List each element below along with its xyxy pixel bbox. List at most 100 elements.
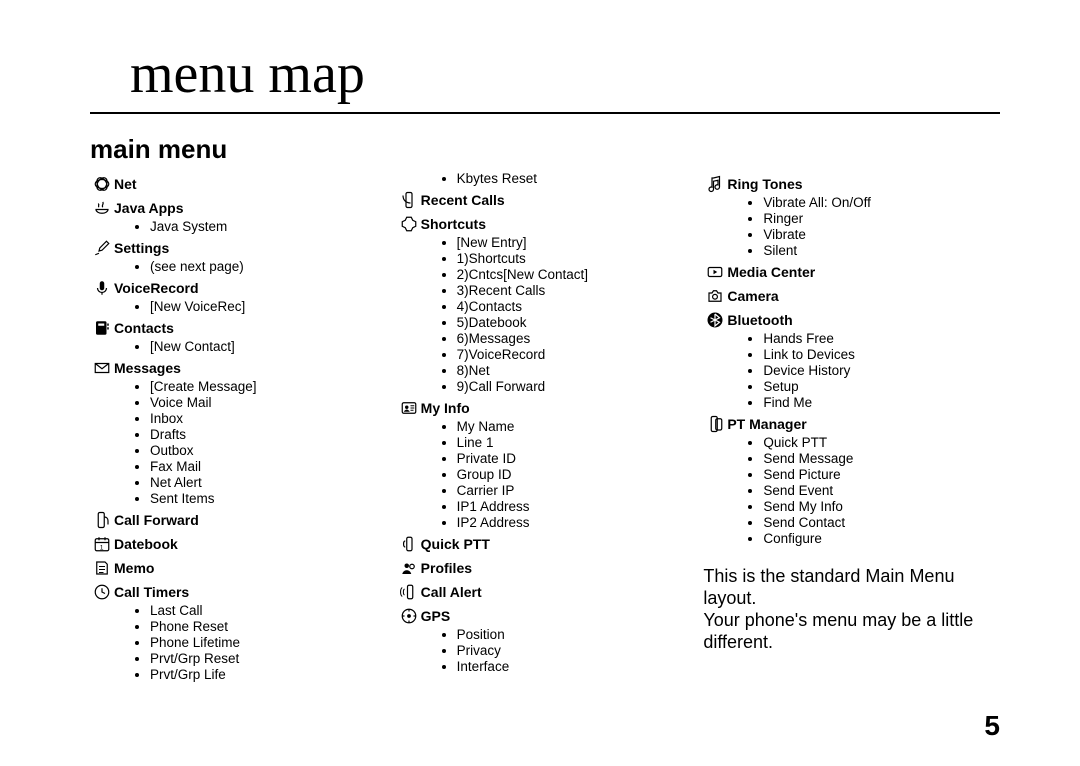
- list-item: 5)Datebook: [457, 315, 694, 331]
- column-3: Ring Tones Vibrate All: On/Off Ringer Vi…: [703, 171, 1000, 685]
- settings-list: (see next page): [90, 259, 387, 275]
- list-item: My Name: [457, 419, 694, 435]
- list-item: Group ID: [457, 467, 694, 483]
- ring-tones-label: Ring Tones: [727, 175, 802, 193]
- call-forward-label: Call Forward: [114, 511, 199, 529]
- messages-list: [Create Message] Voice Mail Inbox Drafts…: [90, 379, 387, 507]
- ring-tones-list: Vibrate All: On/Off Ringer Vibrate Silen…: [703, 195, 1000, 259]
- messages-label: Messages: [114, 359, 181, 377]
- shortcuts-label: Shortcuts: [421, 215, 486, 233]
- list-item: [New VoiceRec]: [150, 299, 387, 315]
- pt-manager-icon: [703, 415, 727, 435]
- datebook-icon: 1: [90, 535, 114, 555]
- list-item: Send Event: [763, 483, 1000, 499]
- list-item: Vibrate All: On/Off: [763, 195, 1000, 211]
- media-center-label: Media Center: [727, 263, 815, 281]
- call-alert-icon: [397, 583, 421, 603]
- list-item: Send Message: [763, 451, 1000, 467]
- net-icon: [90, 175, 114, 195]
- list-item: Device History: [763, 363, 1000, 379]
- list-item: Java System: [150, 219, 387, 235]
- list-item: Silent: [763, 243, 1000, 259]
- list-item: Privacy: [457, 643, 694, 659]
- list-item: Kbytes Reset: [457, 171, 694, 187]
- list-item: 6)Messages: [457, 331, 694, 347]
- gps-list: Position Privacy Interface: [397, 627, 694, 675]
- gps-label: GPS: [421, 607, 451, 625]
- list-item: Inbox: [150, 411, 387, 427]
- list-item: Outbox: [150, 443, 387, 459]
- list-item: Send Contact: [763, 515, 1000, 531]
- list-item: IP1 Address: [457, 499, 694, 515]
- camera-label: Camera: [727, 287, 778, 305]
- voicerecord-list: [New VoiceRec]: [90, 299, 387, 315]
- quick-ptt-icon: [397, 535, 421, 555]
- kbytes-list: Kbytes Reset: [397, 171, 694, 187]
- list-item: Carrier IP: [457, 483, 694, 499]
- list-item: Link to Devices: [763, 347, 1000, 363]
- my-info-list: My Name Line 1 Private ID Group ID Carri…: [397, 419, 694, 531]
- list-item: Drafts: [150, 427, 387, 443]
- list-item: 1)Shortcuts: [457, 251, 694, 267]
- list-item: Ringer: [763, 211, 1000, 227]
- bluetooth-icon: [703, 311, 727, 331]
- list-item: Send My Info: [763, 499, 1000, 515]
- call-timers-label: Call Timers: [114, 583, 189, 601]
- list-item: Phone Lifetime: [150, 635, 387, 651]
- list-item: Configure: [763, 531, 1000, 547]
- media-center-icon: [703, 263, 727, 283]
- memo-icon: [90, 559, 114, 579]
- list-item: 7)VoiceRecord: [457, 347, 694, 363]
- my-info-label: My Info: [421, 399, 470, 417]
- list-item: Prvt/Grp Life: [150, 667, 387, 683]
- java-apps-list: Java System: [90, 219, 387, 235]
- my-info-icon: [397, 399, 421, 419]
- list-item: 3)Recent Calls: [457, 283, 694, 299]
- recent-calls-label: Recent Calls: [421, 191, 505, 209]
- list-item: 9)Call Forward: [457, 379, 694, 395]
- list-item: Position: [457, 627, 694, 643]
- datebook-label: Datebook: [114, 535, 178, 553]
- pt-manager-list: Quick PTT Send Message Send Picture Send…: [703, 435, 1000, 547]
- list-item: [New Contact]: [150, 339, 387, 355]
- list-item: Setup: [763, 379, 1000, 395]
- call-timers-icon: [90, 583, 114, 603]
- list-item: Prvt/Grp Reset: [150, 651, 387, 667]
- list-item: Voice Mail: [150, 395, 387, 411]
- page-number: 5: [984, 710, 1000, 742]
- bluetooth-label: Bluetooth: [727, 311, 792, 329]
- list-item: IP2 Address: [457, 515, 694, 531]
- pt-manager-label: PT Manager: [727, 415, 806, 433]
- list-item: 2)Cntcs[New Contact]: [457, 267, 694, 283]
- list-item: Send Picture: [763, 467, 1000, 483]
- call-timers-list: Last Call Phone Reset Phone Lifetime Prv…: [90, 603, 387, 683]
- gps-icon: [397, 607, 421, 627]
- list-item: Net Alert: [150, 475, 387, 491]
- call-alert-label: Call Alert: [421, 583, 482, 601]
- column-1: Net Java Apps Java System Settings (see …: [90, 171, 387, 685]
- contacts-icon: [90, 319, 114, 339]
- bluetooth-list: Hands Free Link to Devices Device Histor…: [703, 331, 1000, 411]
- list-item: Line 1: [457, 435, 694, 451]
- list-item: 4)Contacts: [457, 299, 694, 315]
- list-item: Interface: [457, 659, 694, 675]
- contacts-list: [New Contact]: [90, 339, 387, 355]
- voicerecord-label: VoiceRecord: [114, 279, 199, 297]
- list-item: Private ID: [457, 451, 694, 467]
- list-item: [New Entry]: [457, 235, 694, 251]
- list-item: Hands Free: [763, 331, 1000, 347]
- note-line-1: This is the standard Main Menu layout.: [703, 566, 954, 608]
- list-item: Phone Reset: [150, 619, 387, 635]
- quick-ptt-label: Quick PTT: [421, 535, 490, 553]
- voicerecord-icon: [90, 279, 114, 299]
- page-title: menu map: [90, 42, 1000, 106]
- java-apps-label: Java Apps: [114, 199, 184, 217]
- menu-columns: Net Java Apps Java System Settings (see …: [90, 171, 1000, 685]
- list-item: Find Me: [763, 395, 1000, 411]
- profiles-label: Profiles: [421, 559, 472, 577]
- call-forward-icon: [90, 511, 114, 531]
- list-item: Sent Items: [150, 491, 387, 507]
- messages-icon: [90, 359, 114, 379]
- settings-label: Settings: [114, 239, 169, 257]
- section-title: main menu: [90, 134, 1000, 165]
